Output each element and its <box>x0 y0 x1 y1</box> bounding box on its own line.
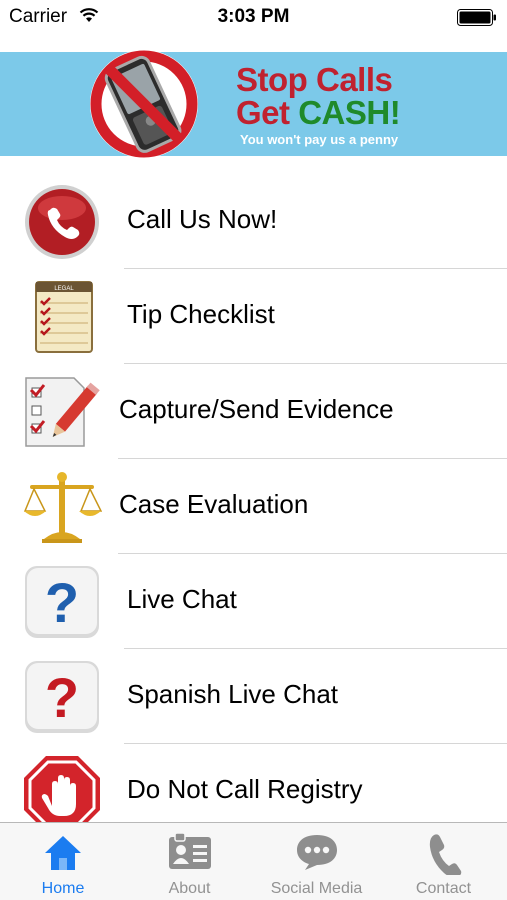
menu-item-label: Do Not Call Registry <box>127 774 363 804</box>
svg-text:?: ? <box>45 666 79 729</box>
menu-item-spanish-live-chat[interactable]: ? Spanish Live Chat <box>0 649 507 744</box>
menu-item-label: Spanish Live Chat <box>127 679 339 709</box>
home-icon <box>45 836 81 870</box>
status-bar: Carrier 3:03 PM <box>0 0 507 34</box>
banner-subheadline: Get CASH! <box>236 94 401 132</box>
red-question-icon: ? <box>22 659 102 735</box>
menu-item-live-chat[interactable]: ? Live Chat <box>0 554 507 649</box>
menu-item-label: Case Evaluation <box>119 489 309 519</box>
no-phone-icon <box>90 50 198 158</box>
contact-card-icon <box>168 833 211 869</box>
tab-contact[interactable]: Contact <box>380 823 507 900</box>
stop-hand-icon <box>22 754 102 832</box>
menu-item-label: Live Chat <box>127 584 237 614</box>
legal-pad-checklist-icon: LEGAL <box>22 279 102 355</box>
scales-of-justice-icon <box>22 469 103 545</box>
battery-icon <box>457 9 496 26</box>
checklist-pencil-icon <box>22 374 102 450</box>
clock: 3:03 PM <box>217 6 290 27</box>
speech-bubble-icon <box>296 835 337 870</box>
phone-handset-icon <box>429 834 461 875</box>
menu-item-case-evaluation[interactable]: Case Evaluation <box>0 459 507 554</box>
menu-item-label: Capture/Send Evidence <box>119 394 394 424</box>
banner-cash-text: CASH! <box>298 94 401 131</box>
tab-label: Home <box>41 880 85 897</box>
tab-home[interactable]: Home <box>0 823 126 900</box>
banner-subheadline-prefix: Get <box>236 94 299 131</box>
menu-item-label: Call Us Now! <box>127 204 278 234</box>
menu-item-tip-checklist[interactable]: LEGAL Tip Checklist <box>0 269 507 364</box>
tab-bar: Home About Social Media Contact <box>0 822 507 900</box>
main-menu: Call Us Now! LEGAL Tip Checklist Capture… <box>0 174 507 839</box>
blue-question-icon: ? <box>22 564 102 640</box>
svg-text:?: ? <box>45 571 79 634</box>
promo-banner[interactable]: Stop Calls Get CASH! You won't pay us a … <box>0 50 507 158</box>
menu-item-label: Tip Checklist <box>127 299 275 329</box>
tab-label: Contact <box>415 880 472 897</box>
svg-text:LEGAL: LEGAL <box>54 286 74 292</box>
banner-tagline: You won't pay us a penny <box>240 132 399 147</box>
tab-social-media[interactable]: Social Media <box>253 823 380 900</box>
menu-item-call-us-now[interactable]: Call Us Now! <box>0 174 507 269</box>
menu-item-capture-send-evidence[interactable]: Capture/Send Evidence <box>0 364 507 459</box>
tab-about[interactable]: About <box>126 823 253 900</box>
tab-label: About <box>168 880 211 897</box>
phone-red-icon <box>22 184 102 260</box>
tab-label: Social Media <box>270 880 363 897</box>
